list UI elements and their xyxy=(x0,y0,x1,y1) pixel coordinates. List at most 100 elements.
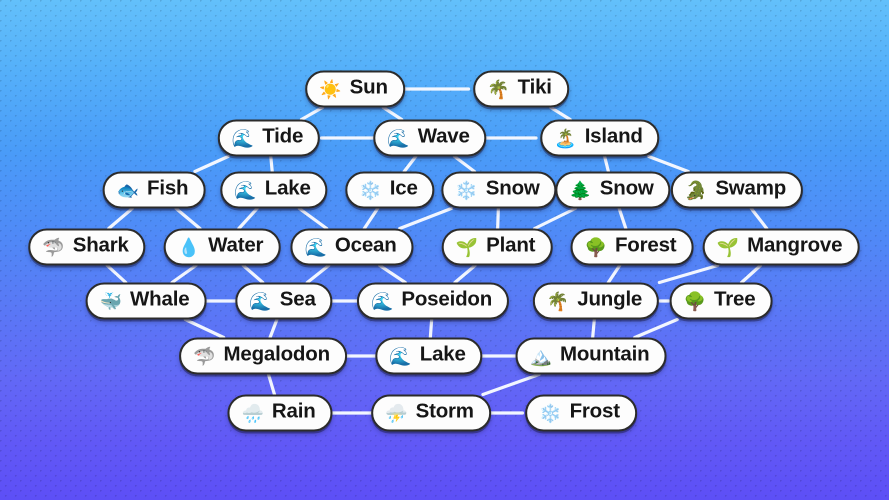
deciduous-tree-icon: 🌳 xyxy=(683,291,707,311)
node-label: Island xyxy=(584,124,643,148)
node-ocean[interactable]: 🌊 Ocean xyxy=(290,228,414,266)
node-sea[interactable]: 🌊 Sea xyxy=(235,282,333,320)
edge-wave-snow1 xyxy=(452,154,477,174)
snowflake-icon: ❄️ xyxy=(539,403,562,423)
edge-mangrove-tree xyxy=(739,263,763,285)
node-poseidon[interactable]: 🌊 Poseidon xyxy=(356,282,510,320)
edge-poseidon-lake2 xyxy=(428,317,434,340)
palm-tree-icon: 🌴 xyxy=(487,79,510,99)
node-label: Fish xyxy=(147,176,189,200)
node-sun[interactable]: ☀️ Sun xyxy=(305,70,405,108)
node-label: Mangrove xyxy=(747,233,843,257)
edge-snow1-ocean xyxy=(398,206,453,231)
node-label: Wave xyxy=(417,124,470,148)
water-wave-icon: 🌊 xyxy=(304,237,327,257)
node-label: Ice xyxy=(389,176,418,200)
node-label: Whale xyxy=(130,287,190,311)
edge-tree-mountain xyxy=(633,317,679,340)
edge-snow2-plant xyxy=(533,206,577,231)
edge-fish-shark xyxy=(107,206,134,231)
node-label: Storm xyxy=(415,399,474,423)
node-lake2[interactable]: 🌊 Lake xyxy=(375,337,483,375)
edge-fish-water xyxy=(174,206,202,231)
edge-lake1-ocean xyxy=(297,206,329,231)
edge-wave-ice xyxy=(402,154,418,174)
edge-whale-megalodon xyxy=(183,317,226,340)
node-label: Lake xyxy=(419,342,466,366)
node-plant[interactable]: 🌱 Plant xyxy=(441,228,553,266)
node-label: Shark xyxy=(72,233,129,257)
node-label: Rain xyxy=(271,399,316,423)
shark-icon: 🦈 xyxy=(42,237,65,257)
node-forest[interactable]: 🌳 Forest xyxy=(570,228,694,266)
edge-sun-tide xyxy=(299,105,325,122)
edge-snow2-forest xyxy=(617,206,628,231)
node-label: Lake xyxy=(264,176,311,200)
sun-icon: ☀️ xyxy=(319,79,342,99)
node-tiki[interactable]: 🌴 Tiki xyxy=(473,70,569,108)
node-label: Tree xyxy=(714,287,756,311)
evergreen-tree-icon: 🌲 xyxy=(569,180,592,200)
node-tree[interactable]: 🌳 Tree xyxy=(669,282,773,320)
edge-plant-poseidon xyxy=(453,263,477,285)
node-water[interactable]: 💧 Water xyxy=(163,228,281,266)
snowflake-icon: ❄️ xyxy=(359,180,382,200)
node-swamp[interactable]: 🐊 Swamp xyxy=(670,171,804,209)
node-mangrove[interactable]: 🌱 Mangrove xyxy=(702,228,860,266)
crafting-tree-canvas[interactable]: ☀️ Sun 🌴 Tiki 🌊 Tide 🌊 Wave 🏝️ Island 🐟 Fish 🌊 Lake ❄️… xyxy=(0,0,889,500)
node-shark[interactable]: 🦈 Shark xyxy=(28,228,146,266)
snowflake-icon: ❄️ xyxy=(455,180,478,200)
node-fish[interactable]: 🐟 Fish xyxy=(102,171,206,209)
edge-megalodon-rain xyxy=(266,372,277,397)
node-label: Tide xyxy=(262,124,304,148)
node-label: Forest xyxy=(614,233,677,257)
node-storm[interactable]: ⛈️ Storm xyxy=(371,394,491,432)
node-rain[interactable]: 🌧️ Rain xyxy=(227,394,333,432)
edge-ocean-poseidon xyxy=(378,263,407,285)
node-label: Tiki xyxy=(517,75,552,99)
edge-sun-wave xyxy=(381,105,404,122)
edge-forest-jungle xyxy=(606,263,622,285)
edge-tiki-island xyxy=(549,105,572,122)
edge-shark-whale xyxy=(105,263,128,285)
node-label: Sun xyxy=(349,75,388,99)
water-wave-icon: 🌊 xyxy=(389,346,412,366)
node-label: Megalodon xyxy=(223,342,331,366)
edge-mangrove-jungle xyxy=(657,263,720,285)
crocodile-icon: 🐊 xyxy=(684,180,708,200)
cloud-with-rain-icon: 🌧️ xyxy=(241,403,264,423)
node-label: Snow xyxy=(485,176,540,200)
edge-lake1-water xyxy=(237,206,259,231)
node-snow1[interactable]: ❄️ Snow xyxy=(441,171,557,209)
edge-island-swamp xyxy=(647,154,690,174)
edge-jungle-mountain xyxy=(591,317,596,340)
water-wave-icon: 🌊 xyxy=(231,128,255,148)
water-wave-icon: 🌊 xyxy=(234,180,257,200)
edge-snow1-plant xyxy=(496,206,500,231)
node-whale[interactable]: 🐳 Whale xyxy=(85,282,207,320)
edge-ice-ocean xyxy=(362,206,380,231)
node-megalodon[interactable]: 🦈 Megalodon xyxy=(179,337,347,375)
node-lake1[interactable]: 🌊 Lake xyxy=(220,171,328,209)
palm-tree-icon: 🌴 xyxy=(546,291,570,311)
water-wave-icon: 🌊 xyxy=(249,291,272,311)
node-mountain[interactable]: 🏔️ Mountain xyxy=(515,337,667,375)
droplet-icon: 💧 xyxy=(177,237,201,257)
node-label: Ocean xyxy=(334,233,397,257)
node-jungle[interactable]: 🌴 Jungle xyxy=(532,282,660,320)
node-label: Frost xyxy=(569,399,620,423)
shark-icon: 🦈 xyxy=(193,346,216,366)
edge-island-snow2 xyxy=(603,154,610,174)
node-tide[interactable]: 🌊 Tide xyxy=(217,119,321,157)
node-frost[interactable]: ❄️ Frost xyxy=(525,394,637,432)
node-label: Snow xyxy=(599,176,654,200)
node-island[interactable]: 🏝️ Island xyxy=(540,119,660,157)
node-snow2[interactable]: 🌲 Snow xyxy=(555,171,671,209)
edge-tide-fish xyxy=(193,154,230,174)
whale-icon: 🐳 xyxy=(99,291,123,311)
node-wave[interactable]: 🌊 Wave xyxy=(373,119,487,157)
node-ice[interactable]: ❄️ Ice xyxy=(345,171,435,209)
edge-sea-megalodon xyxy=(268,317,279,340)
node-label: Water xyxy=(208,233,264,257)
node-label: Sea xyxy=(279,287,316,311)
